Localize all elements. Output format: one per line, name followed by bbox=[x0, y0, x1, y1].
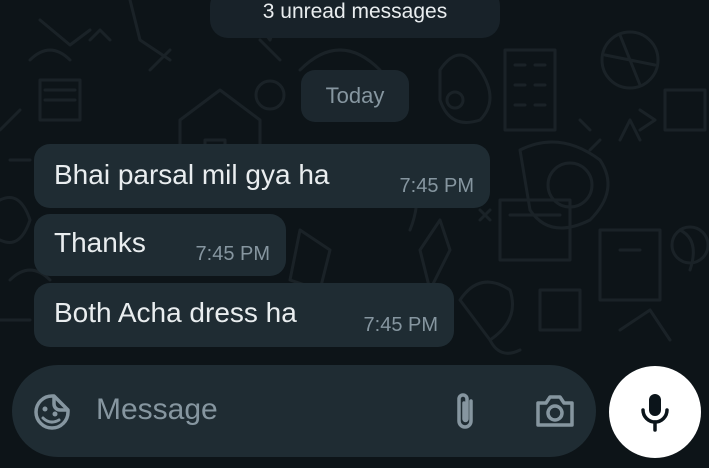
attach-icon[interactable] bbox=[450, 389, 480, 433]
message-time: 7:45 PM bbox=[363, 314, 438, 336]
message-bubble[interactable]: Both Acha dress ha 7:45 PM bbox=[34, 283, 454, 347]
message-bubble[interactable]: Bhai parsal mil gya ha 7:45 PM bbox=[34, 144, 490, 208]
message-text: Both Acha dress ha bbox=[54, 297, 297, 328]
unread-messages-label: 3 unread messages bbox=[262, 0, 448, 23]
message-text: Thanks bbox=[54, 227, 146, 258]
date-divider-label: Today bbox=[325, 83, 385, 108]
chat-screen: 3 unread messages Today Bhai parsal mil … bbox=[0, 0, 709, 468]
message-composer[interactable]: Message bbox=[12, 365, 596, 457]
message-time: 7:45 PM bbox=[399, 175, 474, 197]
message-bubble[interactable]: Thanks 7:45 PM bbox=[34, 214, 286, 276]
microphone-icon bbox=[641, 394, 669, 432]
camera-icon[interactable] bbox=[534, 393, 576, 429]
sticker-icon[interactable] bbox=[32, 392, 72, 432]
voice-record-button[interactable] bbox=[609, 366, 701, 458]
message-input[interactable]: Message bbox=[96, 393, 218, 427]
message-text: Bhai parsal mil gya ha bbox=[54, 159, 330, 190]
unread-messages-banner: 3 unread messages bbox=[210, 0, 500, 38]
message-time: 7:45 PM bbox=[195, 243, 270, 265]
date-divider: Today bbox=[301, 70, 409, 122]
